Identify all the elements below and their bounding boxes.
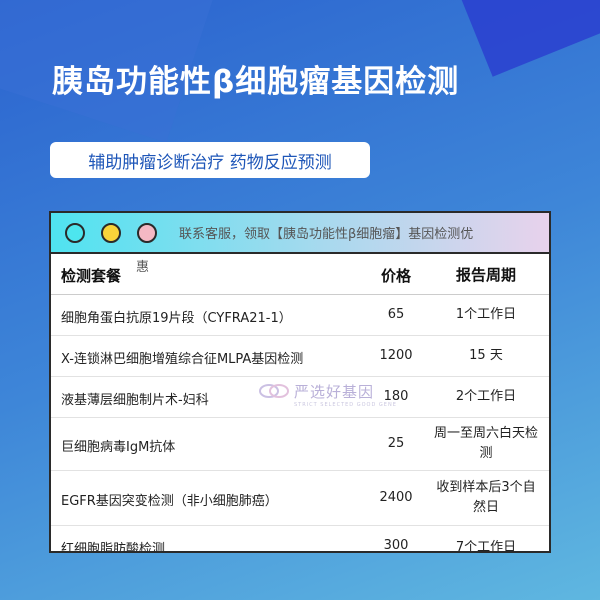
package-price: 1200 — [379, 348, 413, 363]
package-name: X-连锁淋巴细胞增殖综合征MLPA基因检测 — [61, 352, 304, 367]
window-dot-pink — [137, 222, 157, 243]
column-header-cycle: 报告周期 — [455, 266, 516, 284]
column-header-price: 价格 — [380, 267, 411, 285]
contact-service-link[interactable]: 联系客服，领取【胰岛功能性β细胞瘤】基因检测优 — [179, 223, 473, 242]
package-price: 65 — [387, 307, 405, 322]
window-dot-yellow — [101, 222, 121, 243]
package-name: 红细胞脂肪酸检测 — [61, 542, 166, 553]
package-price: 25 — [387, 436, 405, 451]
column-header-package: 检测套餐 — [61, 267, 122, 285]
report-cycle: 周一至周六白天检测 — [433, 426, 538, 461]
table-row[interactable]: X-连锁淋巴细胞增殖综合征MLPA基因检测 1200 15 天 — [51, 336, 549, 377]
report-cycle: 2个工作日 — [455, 389, 517, 404]
package-name: 细胞角蛋白抗原19片段（CYFRA21-1） — [61, 311, 292, 326]
watermark-logo-icon — [259, 384, 289, 398]
package-price: 300 — [383, 538, 409, 553]
watermark-text: 严选好基因 — [294, 382, 375, 401]
table-row[interactable]: EGFR基因突变检测（非小细胞肺癌） 2400 收到样本后3个自然日 — [51, 471, 549, 526]
subtitle-badge: 辅助肿瘤诊断治疗 药物反应预测 — [50, 142, 370, 178]
subtitle-text: 辅助肿瘤诊断治疗 药物反应预测 — [88, 152, 332, 173]
window-dot-cyan — [65, 222, 85, 243]
table-header-row: 检测套餐 价格 报告周期 — [51, 254, 549, 295]
page: 胰岛功能性β细胞瘤基因检测 辅助肿瘤诊断治疗 药物反应预测 联系客服，领取【胰岛… — [0, 0, 600, 600]
background-shape — [458, 0, 600, 77]
report-cycle: 7个工作日 — [455, 540, 517, 553]
page-title: 胰岛功能性β细胞瘤基因检测 — [52, 64, 460, 100]
report-cycle: 15 天 — [469, 348, 503, 363]
table-row[interactable]: 细胞角蛋白抗原19片段（CYFRA21-1） 65 1个工作日 — [51, 295, 549, 336]
contact-text-continuation: 惠 — [136, 260, 150, 275]
package-name: 液基薄层细胞制片术-妇科 — [61, 393, 209, 408]
report-cycle: 收到样本后3个自然日 — [436, 480, 536, 515]
package-name: EGFR基因突变检测（非小细胞肺癌） — [61, 494, 278, 509]
panel-header: 联系客服，领取【胰岛功能性β细胞瘤】基因检测优 — [51, 213, 549, 254]
table-row[interactable]: 红细胞脂肪酸检测 300 7个工作日 — [51, 526, 549, 553]
table-row[interactable]: 巨细胞病毒IgM抗体 25 周一至周六白天检测 — [51, 418, 549, 471]
package-price: 2400 — [379, 490, 413, 505]
watermark-subtext: STRICT SELECTED GOOD GENE — [294, 402, 397, 408]
watermark: 严选好基因 STRICT SELECTED GOOD GENE — [258, 380, 396, 408]
package-name: 巨细胞病毒IgM抗体 — [61, 440, 176, 455]
report-cycle: 1个工作日 — [455, 307, 517, 322]
